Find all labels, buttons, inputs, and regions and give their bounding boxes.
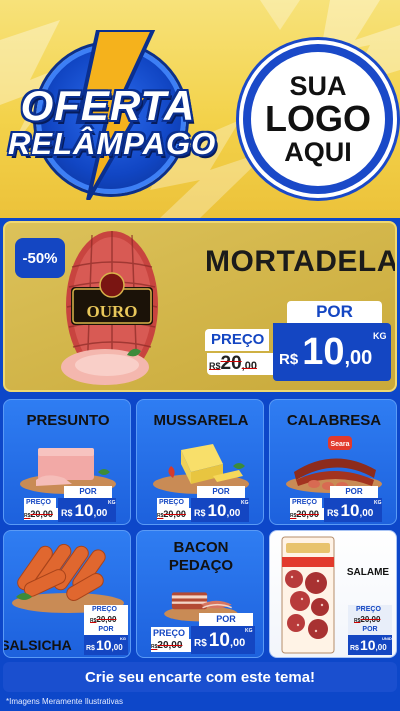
por-label: POR bbox=[330, 486, 378, 498]
old-price: R$20,00 bbox=[24, 508, 58, 520]
unit-label: KG bbox=[241, 500, 249, 506]
salami-image bbox=[281, 536, 335, 654]
product-card-bacon: BACON PEDAÇO POR PREÇO R$20,00 R$ 10,00 K… bbox=[136, 530, 264, 658]
product-name: MUSSARELA bbox=[153, 412, 249, 429]
header-banner: OFERTA RELÂMPAGO SUA LOGO AQUI bbox=[0, 0, 400, 218]
hero-product-title: MORTADELA bbox=[205, 245, 397, 278]
product-name-line1: BACON bbox=[173, 539, 229, 556]
unit-label: KG bbox=[374, 500, 382, 506]
product-card-calabresa: CALABRESA Seara POR PREÇO R$20,00 R$ 10,0… bbox=[269, 399, 397, 525]
product-name: SALSICHA bbox=[3, 637, 72, 653]
old-price: R$20,00 bbox=[207, 353, 273, 375]
unit-label: KG bbox=[108, 500, 116, 506]
por-label: POR bbox=[197, 486, 245, 498]
hero-price-tag: POR PREÇO R$20,00 R$ 10 ,00 KG bbox=[201, 301, 395, 389]
product-name-line2: PEDAÇO bbox=[168, 557, 234, 574]
product-card-salame: SALAME PREÇO R$20,00 POR R$ 10,00 UNID bbox=[269, 530, 397, 658]
old-price: R$20,00 bbox=[151, 639, 191, 652]
svg-text:OURO: OURO bbox=[87, 302, 138, 321]
por-label: POR bbox=[287, 301, 382, 323]
product-card-presunto: PRESUNTO POR PREÇO R$20,00 R$ 10,00 KG bbox=[3, 399, 131, 525]
svg-text:Seara: Seara bbox=[330, 441, 349, 448]
hero-product-card: -50% OURO MORTADELA POR PREÇO R$20,00 R$… bbox=[3, 221, 397, 392]
price-tag: POR PREÇO R$20,00 R$ 10,00 KG bbox=[151, 613, 263, 655]
preco-label: PREÇO bbox=[205, 329, 269, 351]
logo-text-line2: LOGO bbox=[265, 98, 371, 140]
price-tag: POR PREÇO R$20,00 R$ 10,00 KG bbox=[290, 486, 390, 522]
preco-label: PREÇO bbox=[24, 498, 56, 508]
product-name: CALABRESA bbox=[286, 412, 382, 429]
oferta-relampago-logo: OFERTA RELÂMPAGO bbox=[8, 30, 217, 200]
unit-label: KG bbox=[373, 331, 387, 341]
store-logo-placeholder: SUA LOGO AQUI bbox=[243, 44, 393, 194]
old-price: R$20,00 bbox=[157, 508, 191, 520]
price-tag: PREÇO R$20,00 POR R$ 10,00 UNID bbox=[342, 605, 396, 655]
product-name: SALAME bbox=[346, 567, 390, 578]
product-card-mussarela: MUSSARELA POR PREÇO R$20,00 R$ 10,00 KG bbox=[136, 399, 264, 525]
logo-text-line1: SUA bbox=[289, 70, 347, 101]
por-label: POR bbox=[84, 625, 128, 635]
por-label: POR bbox=[64, 486, 112, 498]
preco-label: PREÇO bbox=[84, 605, 128, 615]
product-card-salsicha: PREÇO R$20,00 POR R$ 10,00 KG SALSICHA bbox=[3, 530, 131, 658]
preco-label: PREÇO bbox=[290, 498, 322, 508]
mortadela-image: OURO bbox=[61, 231, 158, 385]
price-tag: POR PREÇO R$20,00 R$ 10,00 KG bbox=[24, 486, 124, 522]
por-label: POR bbox=[348, 625, 392, 635]
old-price: R$20,00 bbox=[290, 508, 324, 520]
price-tag: POR PREÇO R$20,00 R$ 10,00 KG bbox=[157, 486, 257, 522]
old-price: R$20,00 bbox=[348, 615, 392, 625]
preco-label: PREÇO bbox=[348, 605, 392, 615]
offer-title-line2: RELÂMPAGO bbox=[8, 126, 217, 161]
sausage-image: Seara bbox=[286, 436, 382, 493]
cta-banner[interactable]: Crie seu encarte com este tema! bbox=[3, 662, 397, 692]
logo-text-line3: AQUI bbox=[284, 136, 352, 167]
offer-title-line1: OFERTA bbox=[20, 82, 196, 129]
preco-label: PREÇO bbox=[157, 498, 189, 508]
unit-label: UNID bbox=[382, 636, 392, 641]
product-name: PRESUNTO bbox=[26, 412, 110, 429]
por-label: POR bbox=[199, 613, 253, 626]
unit-label: KG bbox=[120, 636, 126, 641]
old-price: R$20,00 bbox=[84, 615, 128, 625]
disclaimer-note: *Imagens Meramente Ilustrativas bbox=[6, 697, 123, 706]
unit-label: KG bbox=[245, 628, 253, 634]
preco-label: PREÇO bbox=[151, 627, 189, 639]
